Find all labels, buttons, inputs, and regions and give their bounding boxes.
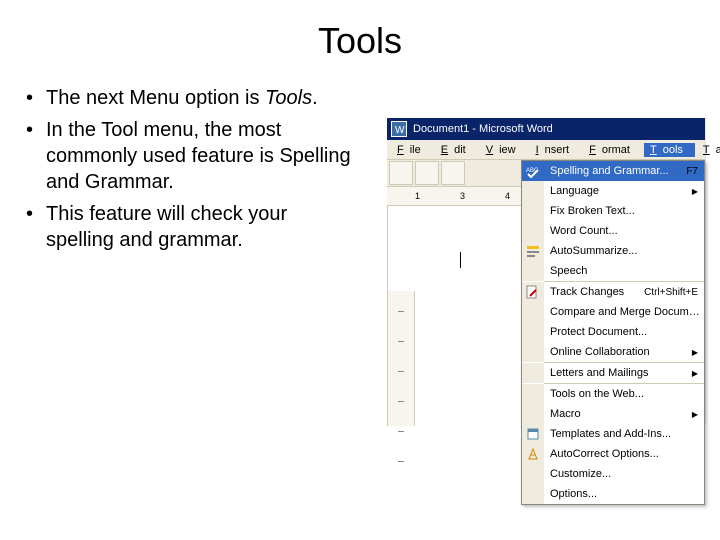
bullet-2: In the Tool menu, the most commonly used… <box>22 117 357 195</box>
track-changes-icon <box>526 285 540 299</box>
menu-item-fix-broken-text[interactable]: Fix Broken Text... <box>522 201 704 221</box>
menu-item-autocorrect[interactable]: AutoCorrect Options... <box>522 444 704 464</box>
menu-item-customize[interactable]: Customize... <box>522 464 704 484</box>
toolbar-btn-save[interactable] <box>441 161 465 185</box>
slide-body: The next Menu option is Tools. In the To… <box>22 85 357 259</box>
word-menubar: File Edit View Insert Format Tools Table… <box>387 140 705 160</box>
menu-item-track-changes[interactable]: Track Changes Ctrl+Shift+E <box>522 282 704 302</box>
menu-item-compare-merge[interactable]: Compare and Merge Documents... <box>522 302 704 322</box>
menu-insert[interactable]: Insert <box>530 143 582 157</box>
menu-item-spelling[interactable]: ABC Spelling and Grammar... F7 <box>522 161 704 181</box>
word-screenshot: W Document1 - Microsoft Word File Edit V… <box>387 118 706 423</box>
template-icon <box>526 427 540 441</box>
word-title-text: Document1 - Microsoft Word <box>413 123 553 135</box>
tools-dropdown: ABC Spelling and Grammar... F7 Language▶… <box>521 160 705 505</box>
check-abc-icon: ABC <box>526 164 540 178</box>
menu-format[interactable]: Format <box>583 143 642 157</box>
menu-item-speech[interactable]: Speech <box>522 261 704 281</box>
bullet-1: The next Menu option is Tools. <box>22 85 357 111</box>
menu-item-language[interactable]: Language▶ <box>522 181 704 201</box>
menu-edit[interactable]: Edit <box>435 143 478 157</box>
vertical-ruler <box>388 291 415 426</box>
menu-view[interactable]: View <box>480 143 528 157</box>
menu-item-tools-on-web[interactable]: Tools on the Web... <box>522 384 704 404</box>
menu-table[interactable]: Table <box>697 143 720 157</box>
menu-item-templates-addins[interactable]: Templates and Add-Ins... <box>522 424 704 444</box>
menu-item-macro[interactable]: Macro▶ <box>522 404 704 424</box>
menu-item-options[interactable]: Options... <box>522 484 704 504</box>
menu-item-online-collaboration[interactable]: Online Collaboration▶ <box>522 342 704 362</box>
autosummarize-icon <box>526 244 540 258</box>
menu-item-protect-document[interactable]: Protect Document... <box>522 322 704 342</box>
word-titlebar: W Document1 - Microsoft Word <box>387 118 705 140</box>
text-cursor <box>460 252 461 268</box>
toolbar-btn-open[interactable] <box>415 161 439 185</box>
menu-item-word-count[interactable]: Word Count... <box>522 221 704 241</box>
menu-file[interactable]: File <box>391 143 433 157</box>
menu-item-autosummarize[interactable]: AutoSummarize... <box>522 241 704 261</box>
slide-title: Tools <box>0 20 720 62</box>
word-app-icon: W <box>391 121 407 137</box>
menu-tools[interactable]: Tools <box>644 143 695 157</box>
autocorrect-icon <box>526 447 540 461</box>
svg-text:W: W <box>395 125 405 136</box>
toolbar-btn-new[interactable] <box>389 161 413 185</box>
bullet-3: This feature will check your spelling an… <box>22 201 357 253</box>
menu-item-letters-mailings[interactable]: Letters and Mailings▶ <box>522 363 704 383</box>
